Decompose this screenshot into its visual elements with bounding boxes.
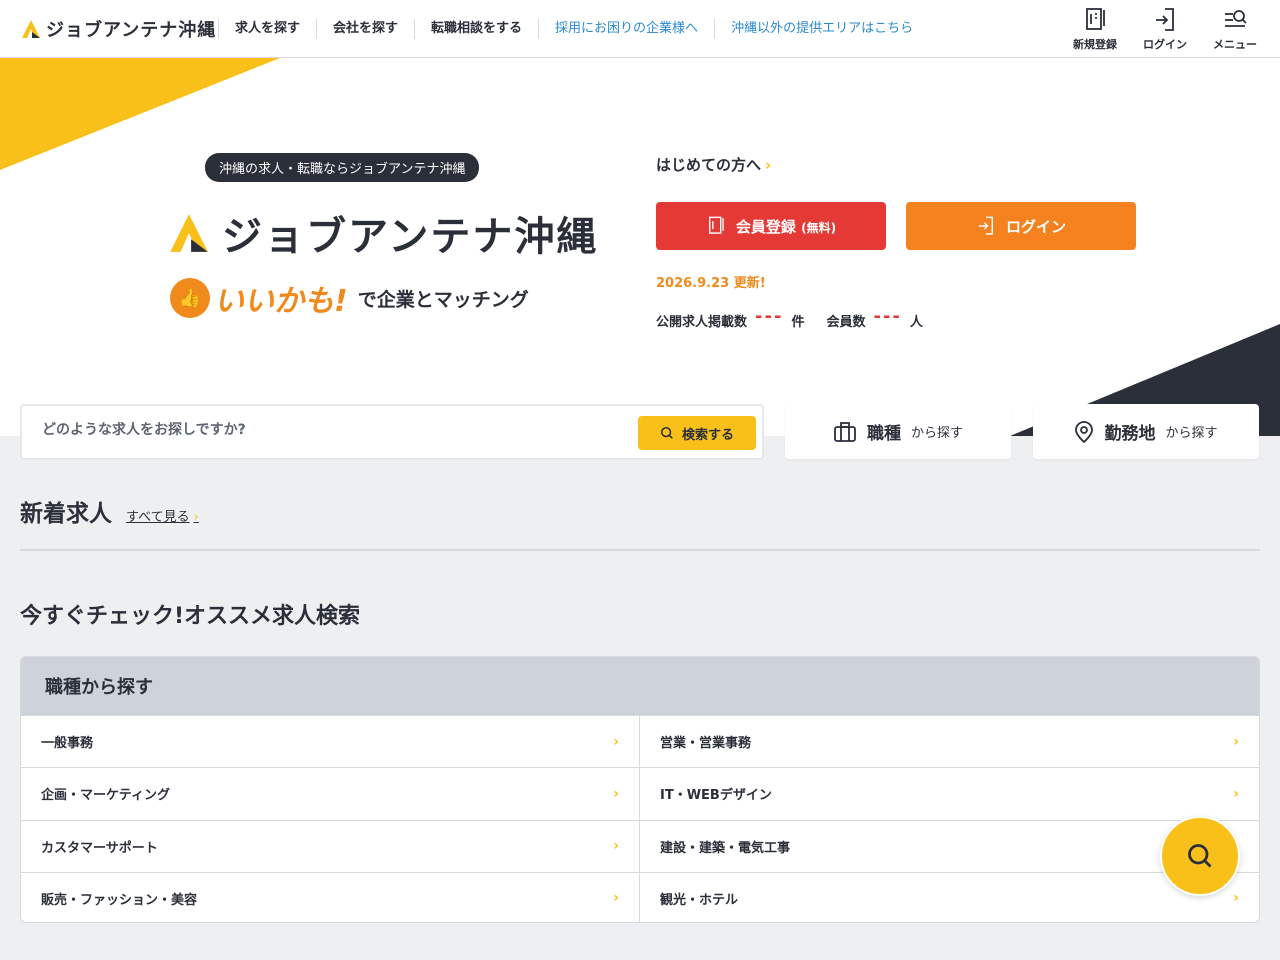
occupation-item[interactable]: 一般事務 › xyxy=(21,715,640,768)
chevron-right-icon: › xyxy=(613,733,619,750)
register-icon xyxy=(708,216,724,234)
nav-find-companies[interactable]: 会社を探す xyxy=(316,18,414,39)
header-actions: 新規登録 ログイン メニュー xyxy=(1070,6,1260,52)
nav-career-consult[interactable]: 転職相談をする xyxy=(414,18,538,39)
antenna-logo-icon xyxy=(22,20,40,38)
login-icon xyxy=(1156,8,1174,31)
header-menu-button[interactable]: メニュー xyxy=(1210,6,1260,52)
occupation-list: 一般事務 › 営業・営業事務 › 企画・マーケティング › IT・WEBデザイン › カ… xyxy=(21,715,1259,922)
register-icon xyxy=(1086,8,1105,30)
nav-for-employers[interactable]: 採用にお困りの企業様へ xyxy=(538,18,714,39)
briefcase-icon xyxy=(834,421,856,442)
nav-other-areas[interactable]: 沖縄以外の提供エリアはこちら xyxy=(714,18,929,39)
site-header: ジョブアンテナ沖縄 求人を探す 会社を探す 転職相談をする 採用にお困りの企業様… xyxy=(0,0,1280,58)
search-icon xyxy=(1188,844,1212,868)
search-by-location-tab[interactable]: 勤務地 から探す xyxy=(1033,404,1259,459)
hero-catchphrase: 👍 いいかも! で企業とマッチング xyxy=(170,276,529,320)
occupation-item[interactable]: 営業・営業事務 › xyxy=(640,715,1259,767)
hero-logo: ジョブアンテナ沖縄 xyxy=(166,204,598,262)
chevron-right-icon: › xyxy=(613,890,619,907)
floating-search-button[interactable] xyxy=(1160,816,1240,896)
occupation-item[interactable]: 企画・マーケティング › xyxy=(21,767,640,820)
first-time-link[interactable]: はじめての方へ › xyxy=(656,154,771,175)
member-register-button[interactable]: 会員登録 (無料) xyxy=(656,202,886,250)
login-icon xyxy=(978,216,993,235)
chevron-right-icon: › xyxy=(1233,890,1239,907)
chevron-right-icon: › xyxy=(613,838,619,855)
map-pin-icon xyxy=(1075,420,1094,443)
header-login-button[interactable]: ログイン xyxy=(1140,6,1190,52)
occupation-item[interactable]: IT・WEBデザイン › xyxy=(640,767,1259,819)
search-button[interactable]: 検索する xyxy=(638,416,756,450)
new-jobs-header: 新着求人 すべて見る › xyxy=(20,494,199,528)
chevron-right-icon: › xyxy=(193,510,199,525)
recommend-title: 今すぐチェック!オススメ求人検索 xyxy=(20,604,361,629)
hero-tagline-pill: 沖縄の求人・転職ならジョブアンテナ沖縄 xyxy=(205,153,480,182)
update-date: 2026.9.23 更新! xyxy=(656,276,766,291)
site-stats: 公開求人掲載数 --- 件 会員数 --- 人 xyxy=(656,306,923,330)
new-jobs-title: 新着求人 xyxy=(20,501,112,527)
thumbs-up-icon: 👍 xyxy=(170,278,210,318)
occupation-category-box: 職種から探す 一般事務 › 営業・営業事務 › 企画・マーケティング › IT・WEB… xyxy=(20,656,1260,923)
see-all-link[interactable]: すべて見る › xyxy=(126,506,199,525)
menu-search-icon xyxy=(1225,10,1247,27)
site-logo[interactable]: ジョブアンテナ沖縄 xyxy=(20,16,216,42)
occupation-box-title: 職種から探す xyxy=(21,657,1259,715)
jobs-count: --- xyxy=(755,306,784,327)
global-nav: 求人を探す 会社を探す 転職相談をする 採用にお困りの企業様へ 沖縄以外の提供エ… xyxy=(218,0,929,57)
chevron-right-icon: › xyxy=(765,156,772,174)
search-by-occupation-tab[interactable]: 職種 から探す xyxy=(785,404,1011,459)
chevron-right-icon: › xyxy=(613,785,619,802)
antenna-logo-icon xyxy=(170,214,208,252)
search-icon xyxy=(660,426,673,439)
iikamo-text: いいかも! xyxy=(214,284,348,319)
occupation-item[interactable]: 販売・ファッション・美容 › xyxy=(21,871,640,922)
occupation-item[interactable]: 観光・ホテル › xyxy=(640,871,1259,922)
logo-text: ジョブアンテナ沖縄 xyxy=(46,20,217,41)
keyword-search-box: 検索する xyxy=(20,404,764,460)
hero-section: 沖縄の求人・転職ならジョブアンテナ沖縄 ジョブアンテナ沖縄 👍 いいかも! で企… xyxy=(0,58,1280,436)
chevron-right-icon: › xyxy=(1233,733,1239,750)
nav-find-jobs[interactable]: 求人を探す xyxy=(218,18,316,39)
occupation-item[interactable]: カスタマーサポート › xyxy=(21,819,640,872)
hero-logo-text: ジョブアンテナ沖縄 xyxy=(222,214,599,260)
members-count: --- xyxy=(873,306,902,327)
chevron-right-icon: › xyxy=(1233,785,1239,802)
matching-text: で企業とマッチング xyxy=(357,288,529,311)
header-register-button[interactable]: 新規登録 xyxy=(1070,6,1120,52)
login-button[interactable]: ログイン xyxy=(906,202,1136,250)
keyword-search-input[interactable] xyxy=(42,422,622,438)
section-divider xyxy=(20,549,1260,551)
